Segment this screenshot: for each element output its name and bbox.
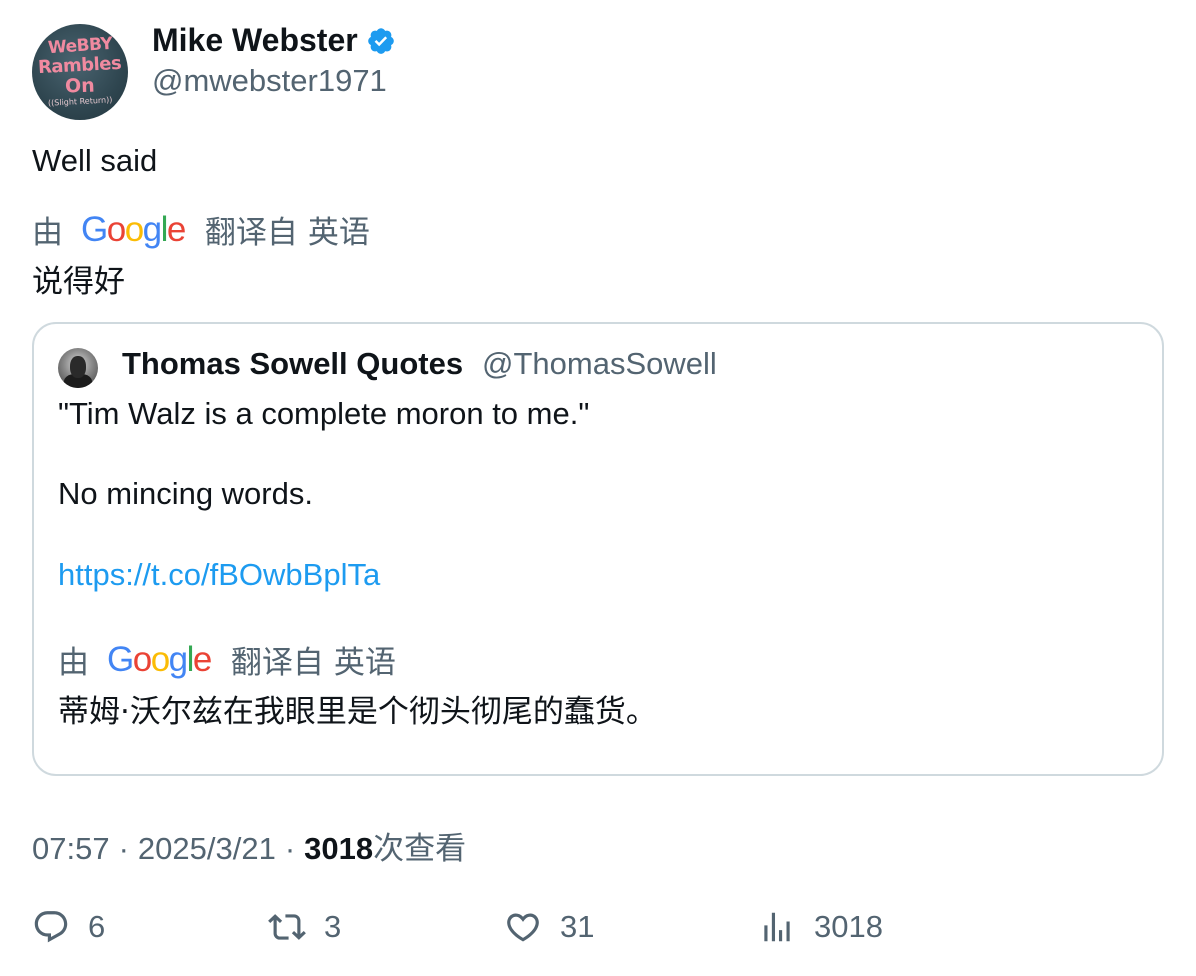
quoted-tweet-line: No mincing words. xyxy=(58,476,313,511)
tweet-text: Well said xyxy=(32,143,158,178)
source-language: 英语 xyxy=(333,645,396,681)
repost-icon xyxy=(268,914,306,940)
google-logo: Google xyxy=(81,210,186,249)
avatar-text-line: ((Slight Return)) xyxy=(47,95,113,108)
translation-attribution[interactable]: 由 Google 翻译自 英语 xyxy=(32,207,370,252)
author-name[interactable]: Mike Webster xyxy=(152,22,358,59)
quoted-tweet-line: "Tim Walz is a complete moron to me." xyxy=(58,396,590,431)
reply-icon xyxy=(34,911,68,943)
analytics-icon xyxy=(764,912,790,942)
source-language: 英语 xyxy=(307,215,370,251)
repost-button[interactable]: 3 xyxy=(268,908,341,946)
meta-separator: · xyxy=(284,831,296,866)
views-count: 3018 xyxy=(304,831,374,866)
verified-badge-icon xyxy=(367,27,394,54)
avatar-figure-head xyxy=(70,356,86,378)
avatar-text-line: On xyxy=(64,74,96,98)
quoted-author-name[interactable]: Thomas Sowell Quotes xyxy=(122,346,463,382)
quoted-translation-attribution[interactable]: 由 Google 翻译自 英语 xyxy=(58,637,396,682)
views-action-count: 3018 xyxy=(814,909,883,944)
quoted-author-avatar[interactable] xyxy=(58,348,98,388)
quoted-tweet-link[interactable]: https://t.co/fBOwbBplTa xyxy=(58,557,380,593)
like-count: 31 xyxy=(560,909,595,944)
quoted-author-handle[interactable]: @ThomasSowell xyxy=(482,346,717,382)
author-avatar[interactable]: WeBBY Rambles On ((Slight Return)) xyxy=(32,24,128,120)
google-logo: Google xyxy=(107,640,212,679)
meta-separator: · xyxy=(118,831,129,866)
translation-by-label: 由 xyxy=(32,215,63,251)
like-button[interactable]: 31 xyxy=(504,908,594,946)
views-button[interactable]: 3018 xyxy=(758,908,883,946)
tweet-meta: 07:57 · 2025/3/21 · 3018 次查看 xyxy=(32,823,466,868)
reply-count: 6 xyxy=(88,909,106,944)
repost-count: 3 xyxy=(324,909,342,944)
reply-button[interactable]: 6 xyxy=(32,908,105,946)
author-handle[interactable]: @mwebster1971 xyxy=(152,63,387,99)
quoted-tweet-card[interactable]: Thomas Sowell Quotes @ThomasSowell "Tim … xyxy=(32,322,1164,776)
views-label: 次查看 xyxy=(373,831,467,867)
translated-from-label: 翻译自 xyxy=(230,645,324,681)
quoted-translated-text: 蒂姆·沃尔兹在我眼里是个彻头彻尾的蠢货。 xyxy=(58,694,657,730)
translation-by-label: 由 xyxy=(58,645,89,681)
tweet-time[interactable]: 07:57 xyxy=(32,831,110,867)
translated-text: 说得好 xyxy=(32,264,125,300)
author-name-row[interactable]: Mike Webster xyxy=(152,22,396,59)
heart-icon xyxy=(507,913,539,942)
tweet-date[interactable]: 2025/3/21 xyxy=(138,831,276,867)
translated-from-label: 翻译自 xyxy=(204,215,298,251)
